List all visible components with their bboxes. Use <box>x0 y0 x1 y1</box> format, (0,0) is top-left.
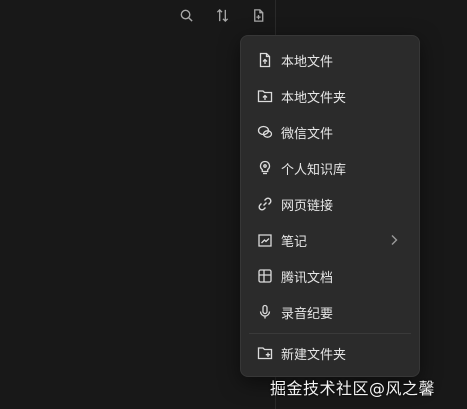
menu-item-new-folder[interactable]: 新建文件夹 <box>249 337 411 369</box>
sort-button[interactable] <box>212 5 232 25</box>
menu-item-label: 网页链接 <box>281 198 334 214</box>
link-icon <box>257 196 273 212</box>
chevron-right-icon <box>391 235 398 245</box>
wechat-icon <box>257 124 273 140</box>
menu-item-label: 本地文件 <box>281 54 334 70</box>
watermark-text: 掘金技术社区@风之馨 <box>270 379 436 398</box>
mic-icon <box>257 304 273 320</box>
menu-item-personal-kb[interactable]: 个人知识库 <box>249 152 411 184</box>
add-content-button[interactable] <box>248 5 268 25</box>
search-button[interactable] <box>176 5 196 25</box>
menu-item-label: 个人知识库 <box>281 162 347 178</box>
menu-item-tencent-doc[interactable]: 腾讯文档 <box>249 260 411 292</box>
menu-item-label: 本地文件夹 <box>281 90 347 106</box>
menu-item-local-folder[interactable]: 本地文件夹 <box>249 80 411 112</box>
menu-item-recording-notes[interactable]: 录音纪要 <box>249 296 411 328</box>
menu-item-local-file[interactable]: 本地文件 <box>249 44 411 76</box>
toolbar <box>176 5 268 25</box>
search-icon <box>180 9 193 22</box>
menu-item-label: 新建文件夹 <box>281 347 347 363</box>
menu-item-label: 腾讯文档 <box>281 270 334 286</box>
file-upload-icon <box>257 52 273 68</box>
folder-upload-icon <box>257 88 273 104</box>
menu-item-notes[interactable]: 笔记 <box>249 224 411 256</box>
menu-divider <box>249 333 411 334</box>
new-folder-icon <box>257 345 273 361</box>
add-file-icon <box>253 8 263 22</box>
bulb-icon <box>257 160 273 176</box>
add-content-menu: 本地文件 本地文件夹 微信文件 个人知识库 网页链接 笔记 腾讯文档 录音纪要 … <box>240 35 420 377</box>
menu-item-web-link[interactable]: 网页链接 <box>249 188 411 220</box>
menu-item-label: 笔记 <box>281 234 308 250</box>
menu-item-label: 录音纪要 <box>281 306 334 322</box>
tencent-doc-icon <box>257 268 273 284</box>
sort-icon <box>216 8 228 22</box>
menu-item-wechat-file[interactable]: 微信文件 <box>249 116 411 148</box>
menu-item-label: 微信文件 <box>281 126 334 142</box>
note-icon <box>257 232 273 248</box>
